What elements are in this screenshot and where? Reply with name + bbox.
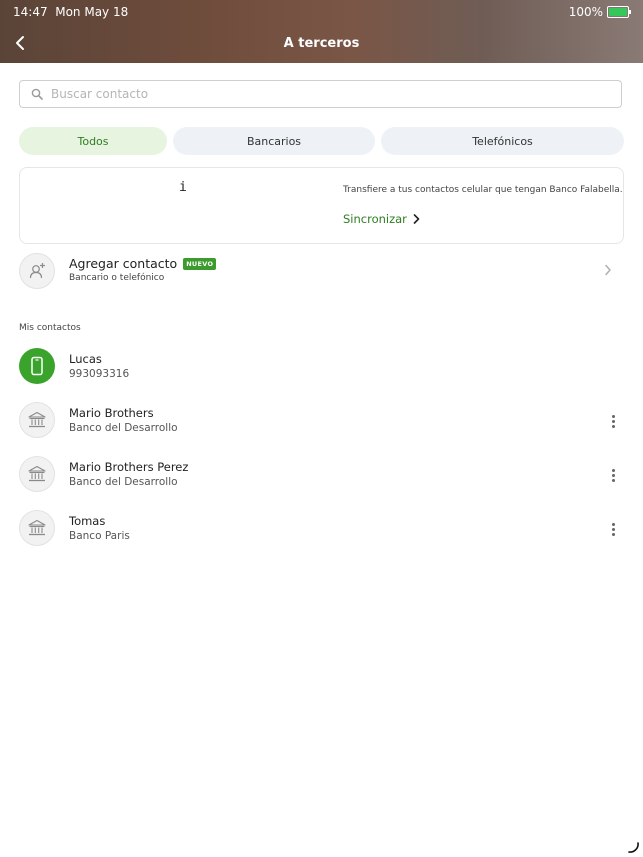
more-options-button[interactable] [608, 517, 618, 541]
phone-icon [31, 356, 43, 376]
more-options-button[interactable] [608, 409, 618, 433]
contact-detail: Banco Paris [69, 530, 130, 542]
bank-icon [28, 411, 46, 428]
app-header: 14:47 Mon May 18 100% A terceros [0, 0, 643, 63]
contact-detail: Banco del Desarrollo [69, 422, 178, 434]
status-clock: 14:47 [13, 5, 48, 19]
tab-bancarios[interactable]: Bancarios [173, 127, 375, 155]
add-contact-button[interactable]: Agregar contacto NUEVO Bancario o telefó… [19, 252, 624, 290]
more-vertical-icon [611, 468, 615, 472]
sync-description: Transfiere a tus contactos celular que t… [343, 185, 623, 195]
contact-name: Tomas [69, 514, 106, 528]
more-options-button[interactable] [608, 463, 618, 487]
sync-button[interactable]: Sincronizar [343, 212, 420, 226]
filter-tabs: Todos Bancarios Telefónicos [19, 127, 624, 155]
contact-row[interactable]: Mario Brothers Banco del Desarrollo [19, 402, 624, 440]
section-label: Mis contactos [19, 323, 81, 333]
contact-row[interactable]: Mario Brothers Perez Banco del Desarroll… [19, 456, 624, 494]
battery-percent: 100% [568, 5, 603, 19]
tab-label: Todos [77, 134, 109, 148]
add-user-icon [29, 263, 45, 279]
tab-label: Telefónicos [472, 134, 533, 148]
contact-detail: 993093316 [69, 368, 130, 380]
new-badge: NUEVO [183, 257, 217, 270]
tab-telefonicos[interactable]: Telefónicos [381, 127, 624, 155]
sync-contacts-card: i Transfiere a tus contactos celular que… [19, 167, 624, 244]
status-date: Mon May 18 [55, 5, 129, 19]
add-contact-title: Agregar contacto NUEVO [69, 256, 217, 271]
contact-avatar [19, 510, 55, 546]
contact-row[interactable]: Tomas Banco Paris [19, 510, 624, 548]
sync-card-glyph: i [179, 180, 187, 195]
contact-name: Mario Brothers Perez [69, 460, 189, 474]
search-field[interactable] [19, 80, 622, 108]
loading-spinner-icon [628, 842, 639, 853]
battery-icon [607, 6, 631, 18]
search-icon [31, 88, 43, 100]
contact-avatar [19, 456, 55, 492]
add-contact-subtitle: Bancario o telefónico [69, 273, 165, 283]
contact-avatar [19, 348, 55, 384]
page-title: A terceros [283, 36, 360, 51]
sync-button-label: Sincronizar [343, 212, 407, 226]
contact-row[interactable]: Lucas 993093316 [19, 348, 624, 386]
contact-detail: Banco del Desarrollo [69, 476, 178, 488]
bank-icon [28, 519, 46, 536]
add-contact-avatar [19, 253, 55, 289]
chevron-right-icon [413, 214, 420, 224]
contact-avatar [19, 402, 55, 438]
battery-level [609, 8, 627, 16]
bank-icon [28, 465, 46, 482]
tab-label: Bancarios [246, 134, 302, 148]
add-contact-label: Agregar contacto [69, 256, 178, 271]
tab-todos[interactable]: Todos [19, 127, 167, 155]
more-vertical-icon [611, 522, 615, 526]
contact-name: Mario Brothers [69, 406, 154, 420]
contact-name: Lucas [69, 352, 102, 366]
status-battery-group: 100% [568, 5, 631, 19]
more-vertical-icon [611, 414, 615, 418]
status-time: 14:47 Mon May 18 [13, 5, 128, 19]
search-input[interactable] [49, 86, 593, 102]
chevron-right-icon [605, 264, 611, 276]
